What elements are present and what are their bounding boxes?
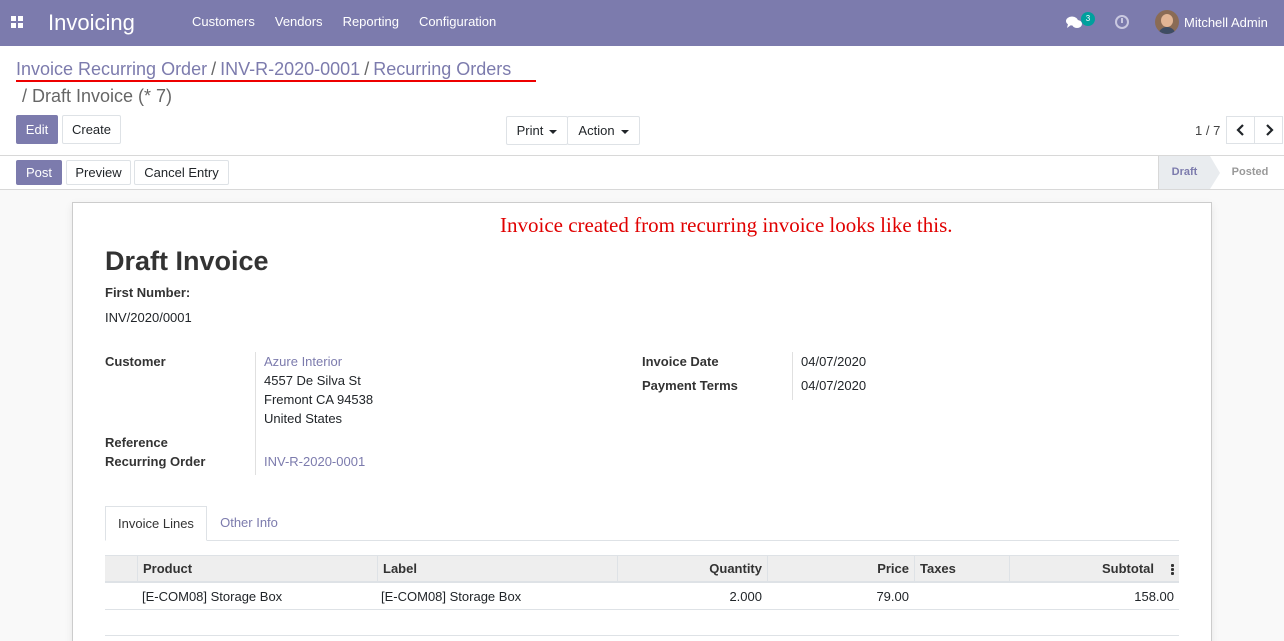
annotation-underline — [16, 80, 536, 82]
recurring-order-label: Recurring Order — [105, 454, 206, 469]
caret-down-icon — [620, 129, 629, 134]
customer-label: Customer — [105, 354, 166, 369]
first-number-value: INV/2020/0001 — [105, 310, 192, 325]
column-header-taxes[interactable]: Taxes — [914, 556, 1009, 582]
pager-next-button[interactable] — [1254, 116, 1283, 144]
apps-menu-icon[interactable] — [11, 16, 23, 28]
create-button[interactable]: Create — [62, 115, 121, 144]
print-label: Print — [516, 123, 544, 138]
top-navbar: Invoicing Customers Vendors Reporting Co… — [0, 0, 1284, 46]
status-bar: Post Preview Cancel Entry Draft Posted — [0, 156, 1284, 190]
cell-taxes[interactable] — [914, 583, 1009, 609]
stage-draft: Draft — [1158, 156, 1220, 189]
breadcrumb-item-recurring-orders[interactable]: Recurring Orders — [373, 59, 511, 79]
post-button[interactable]: Post — [16, 160, 62, 185]
recurring-order-link[interactable]: INV-R-2020-0001 — [264, 454, 365, 470]
breadcrumb-item-recurring-order[interactable]: Invoice Recurring Order — [16, 59, 207, 79]
cancel-entry-button[interactable]: Cancel Entry — [134, 160, 229, 185]
user-avatar[interactable] — [1155, 10, 1179, 34]
page-title: Draft Invoice — [105, 246, 269, 276]
annotation-text: Invoice created from recurring invoice l… — [500, 213, 953, 237]
cell-product[interactable]: [E-COM08] Storage Box — [137, 583, 377, 609]
pager-value[interactable]: 1 / 7 — [1195, 123, 1220, 139]
chat-icon[interactable] — [1066, 16, 1082, 29]
preview-button[interactable]: Preview — [66, 160, 131, 185]
column-header-product[interactable]: Product — [137, 556, 377, 582]
stage-posted[interactable]: Posted — [1220, 156, 1280, 189]
chat-count-badge: 3 — [1081, 12, 1095, 26]
handle-column-header — [105, 556, 137, 582]
pager-previous-button[interactable] — [1226, 116, 1255, 144]
menu-item-vendors[interactable]: Vendors — [265, 14, 333, 30]
action-label: Action — [578, 123, 615, 138]
cell-quantity[interactable]: 2.000 — [617, 583, 767, 609]
invoice-date-label: Invoice Date — [642, 354, 719, 369]
chevron-left-icon — [1235, 124, 1244, 136]
column-header-subtotal[interactable]: Subtotal — [1009, 556, 1159, 582]
payment-terms-label: Payment Terms — [642, 378, 738, 393]
customer-link[interactable]: Azure Interior — [264, 354, 342, 370]
breadcrumb-separator: / — [364, 59, 370, 79]
customer-address-line: United States — [264, 411, 343, 426]
table-footer-line — [105, 635, 1179, 636]
user-name[interactable]: Mitchell Admin — [1184, 15, 1268, 31]
optional-columns-icon[interactable] — [1171, 564, 1174, 575]
reference-label: Reference — [105, 435, 168, 450]
table-header: Product Label Quantity Price Taxes Subto… — [105, 555, 1179, 583]
tab-invoice-lines[interactable]: Invoice Lines — [105, 506, 207, 541]
menu-item-configuration[interactable]: Configuration — [409, 14, 506, 30]
column-header-label[interactable]: Label — [377, 556, 617, 582]
menu-item-customers[interactable]: Customers — [182, 14, 265, 30]
menu-item-reporting[interactable]: Reporting — [333, 14, 409, 30]
breadcrumb: Invoice Recurring Order / INV-R-2020-0001/… — [16, 58, 536, 80]
tab-other-info[interactable]: Other Info — [207, 506, 291, 541]
action-dropdown-button[interactable]: Action — [567, 116, 640, 145]
field-separator — [255, 352, 256, 475]
main-menu: Customers Vendors Reporting Configuratio… — [182, 14, 506, 30]
print-dropdown-button[interactable]: Print — [506, 116, 568, 145]
breadcrumb-item-order-ref[interactable]: INV-R-2020-0001 — [220, 59, 360, 79]
cell-price[interactable]: 79.00 — [767, 583, 914, 609]
app-title[interactable]: Invoicing — [48, 10, 135, 36]
payment-terms-value: 04/07/2020 — [801, 378, 867, 393]
customer-address-line: 4557 De Silva St — [264, 373, 361, 388]
caret-down-icon — [549, 129, 558, 134]
invoice-date-value: 04/07/2020 — [801, 354, 867, 369]
field-separator — [792, 352, 793, 400]
chevron-right-icon — [1265, 124, 1274, 136]
column-header-quantity[interactable]: Quantity — [617, 556, 767, 582]
first-number-label: First Number: — [105, 285, 191, 300]
breadcrumb-separator: / — [211, 59, 217, 79]
table-row[interactable]: [E-COM08] Storage Box [E-COM08] Storage … — [105, 583, 1179, 610]
breadcrumb-current: / Draft Invoice (* 7) — [22, 86, 173, 106]
cell-subtotal: 158.00 — [1134, 589, 1174, 604]
column-header-price[interactable]: Price — [767, 556, 914, 582]
cell-label[interactable]: [E-COM08] Storage Box — [376, 583, 616, 609]
customer-address-line: Fremont CA 94538 — [264, 392, 374, 407]
edit-button[interactable]: Edit — [16, 115, 58, 144]
activity-clock-icon[interactable] — [1115, 15, 1129, 29]
